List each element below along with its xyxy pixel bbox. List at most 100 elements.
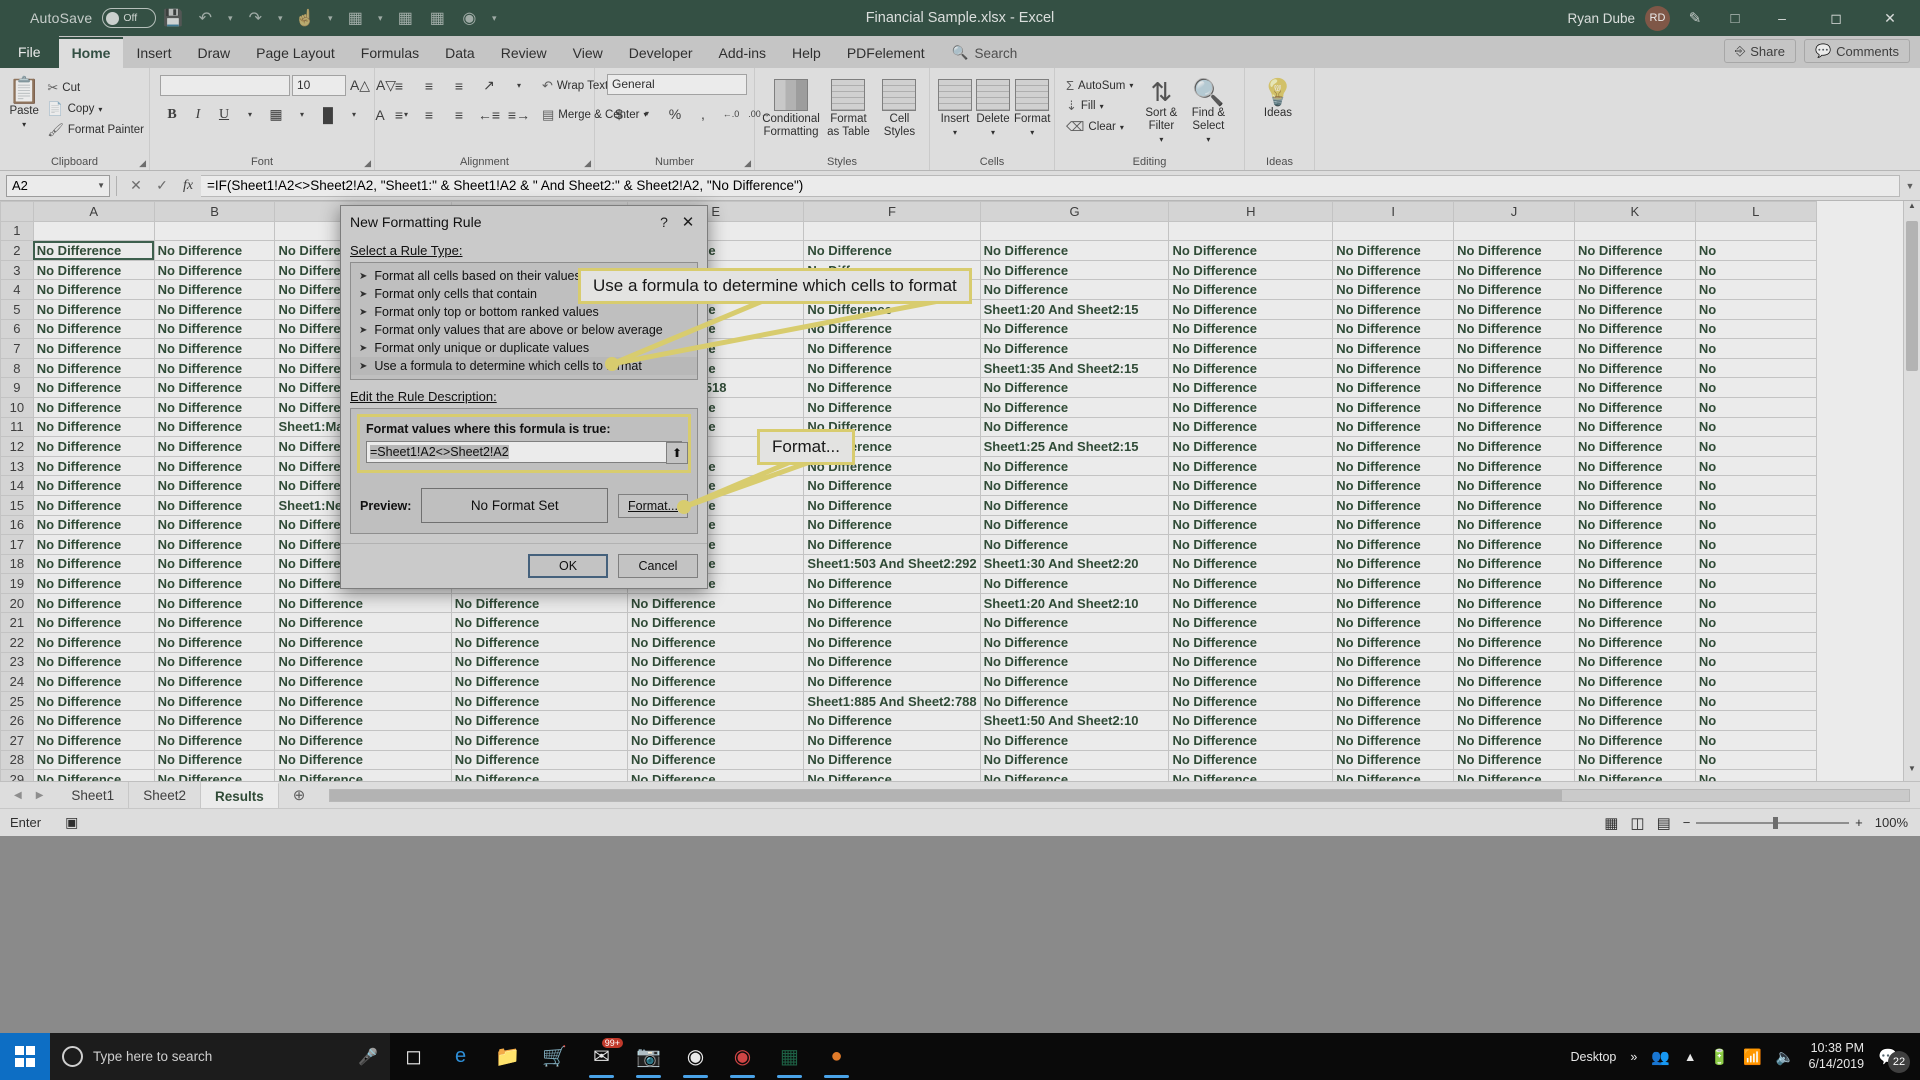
cell-E22[interactable]: No Difference xyxy=(627,632,805,653)
tab-file[interactable]: File xyxy=(0,36,59,68)
delete-dropdown-icon[interactable]: ▾ xyxy=(991,128,995,137)
sheet-tab-sheet2[interactable]: Sheet2 xyxy=(129,782,201,808)
cell-J21[interactable]: No Difference xyxy=(1453,612,1575,634)
row-header-4[interactable]: 4 xyxy=(0,279,34,300)
find-select-dropdown-icon[interactable]: ▾ xyxy=(1206,135,1210,144)
cell-K8[interactable]: No Difference xyxy=(1573,357,1696,379)
cell-B12[interactable]: No Difference xyxy=(153,436,276,457)
taskbar-search[interactable]: Type here to search 🎤 xyxy=(50,1033,390,1080)
cell-B6[interactable]: No Difference xyxy=(153,318,276,340)
cell-G23[interactable]: No Difference xyxy=(979,651,1170,673)
file-explorer-icon[interactable]: 📁 xyxy=(484,1033,531,1080)
cell-B24[interactable]: No Difference xyxy=(153,671,276,692)
cell-K5[interactable]: No Difference xyxy=(1573,298,1696,320)
cell-H1[interactable] xyxy=(1168,220,1334,242)
cell-K27[interactable]: No Difference xyxy=(1573,730,1696,751)
sort-dropdown-icon[interactable]: ▾ xyxy=(372,4,388,32)
cell-A8[interactable]: No Difference xyxy=(32,357,155,379)
cell-B21[interactable]: No Difference xyxy=(153,612,276,634)
cell-H28[interactable]: No Difference xyxy=(1168,749,1334,771)
insert-function-icon[interactable]: fx xyxy=(175,178,201,194)
clear-dropdown-icon[interactable]: ▾ xyxy=(1120,123,1124,132)
row-header-3[interactable]: 3 xyxy=(0,259,34,281)
cell-G12[interactable]: Sheet1:25 And Sheet2:15 xyxy=(979,436,1170,457)
add-sheet-button[interactable]: ⊕ xyxy=(279,782,320,808)
avatar[interactable]: RD xyxy=(1645,5,1670,31)
cell-F28[interactable]: No Difference xyxy=(803,749,981,771)
cell-J23[interactable]: No Difference xyxy=(1453,651,1575,673)
row-header-23[interactable]: 23 xyxy=(0,651,34,673)
range-picker-icon[interactable]: ⬆ xyxy=(666,442,688,464)
cell-G4[interactable]: No Difference xyxy=(979,279,1170,300)
cell-H26[interactable]: No Difference xyxy=(1168,710,1334,732)
name-box-chevron-icon[interactable]: ▼ xyxy=(97,181,105,190)
minimize-button[interactable]: – xyxy=(1760,0,1804,36)
close-icon[interactable]: ✕ xyxy=(675,213,701,231)
row-header-25[interactable]: 25 xyxy=(0,690,34,712)
orientation-dropdown-icon[interactable]: ▾ xyxy=(507,74,531,97)
cell-J3[interactable]: No Difference xyxy=(1453,259,1575,281)
share-button[interactable]: ⎆ Share xyxy=(1723,39,1796,63)
fill-dropdown-icon[interactable]: ▾ xyxy=(1100,102,1104,111)
row-header-26[interactable]: 26 xyxy=(0,710,34,732)
cell-D21[interactable]: No Difference xyxy=(450,612,629,634)
tab-review[interactable]: Review xyxy=(488,39,560,68)
row-header-18[interactable]: 18 xyxy=(0,553,34,575)
comma-icon[interactable]: , xyxy=(691,102,715,125)
cell-K28[interactable]: No Difference xyxy=(1573,749,1696,771)
cell-G7[interactable]: No Difference xyxy=(979,338,1170,359)
cell-H27[interactable]: No Difference xyxy=(1168,730,1334,751)
page-break-icon[interactable]: ▤ xyxy=(1657,814,1671,832)
cell-A23[interactable]: No Difference xyxy=(32,651,155,673)
cell-A20[interactable]: No Difference xyxy=(32,592,155,614)
cell-J27[interactable]: No Difference xyxy=(1453,730,1575,751)
macro-record-icon[interactable]: ▣ xyxy=(41,814,78,831)
cell-C28[interactable]: No Difference xyxy=(274,749,452,771)
cell-B19[interactable]: No Difference xyxy=(153,573,276,594)
cell-K24[interactable]: No Difference xyxy=(1573,671,1696,692)
cell-H29[interactable]: No Difference xyxy=(1168,769,1334,781)
cell-B13[interactable]: No Difference xyxy=(153,455,276,477)
cell-I14[interactable]: No Difference xyxy=(1332,475,1455,496)
rule-type-option-2[interactable]: ➤ Format only top or bottom ranked value… xyxy=(351,303,697,321)
number-dialog-launcher-icon[interactable]: ◢ xyxy=(744,158,751,169)
cell-C23[interactable]: No Difference xyxy=(274,651,452,673)
row-header-16[interactable]: 16 xyxy=(0,514,34,536)
cell-I24[interactable]: No Difference xyxy=(1332,671,1455,692)
cell-H8[interactable]: No Difference xyxy=(1168,357,1334,379)
cell-C27[interactable]: No Difference xyxy=(274,730,452,751)
cell-L10[interactable]: No xyxy=(1694,396,1817,418)
cell-I6[interactable]: No Difference xyxy=(1332,318,1455,340)
cell-B22[interactable]: No Difference xyxy=(153,632,276,653)
cell-I4[interactable]: No Difference xyxy=(1332,279,1455,300)
cell-A10[interactable]: No Difference xyxy=(32,396,155,418)
row-header-19[interactable]: 19 xyxy=(0,573,34,594)
cell-I22[interactable]: No Difference xyxy=(1332,632,1455,653)
tab-home[interactable]: Home xyxy=(58,37,124,68)
cell-F15[interactable]: No Difference xyxy=(803,494,981,516)
cell-H16[interactable]: No Difference xyxy=(1168,514,1334,536)
insert-cells-button[interactable]: Insert ▾ xyxy=(936,76,974,140)
zoom-in-icon[interactable]: + xyxy=(1855,815,1863,830)
cell-A6[interactable]: No Difference xyxy=(32,318,155,340)
row-header-20[interactable]: 20 xyxy=(0,592,34,614)
calculator-icon[interactable]: ▦ xyxy=(422,4,452,32)
bold-button[interactable]: B xyxy=(160,103,184,126)
tab-developer[interactable]: Developer xyxy=(616,39,706,68)
cell-F27[interactable]: No Difference xyxy=(803,730,981,751)
column-header-F[interactable]: F xyxy=(803,201,981,222)
clear-button[interactable]: ⌫ Clear ▾ xyxy=(1061,117,1138,137)
align-center-icon[interactable]: ≡ xyxy=(417,103,441,126)
task-view-icon[interactable]: ◻ xyxy=(390,1033,437,1080)
cell-I23[interactable]: No Difference xyxy=(1332,651,1455,673)
cell-A28[interactable]: No Difference xyxy=(32,749,155,771)
cell-L17[interactable]: No xyxy=(1694,534,1817,555)
cell-G28[interactable]: No Difference xyxy=(979,749,1170,771)
zoom-level[interactable]: 100% xyxy=(1875,815,1908,830)
cell-I12[interactable]: No Difference xyxy=(1332,436,1455,457)
tab-formulas[interactable]: Formulas xyxy=(348,39,432,68)
cell-G21[interactable]: No Difference xyxy=(979,612,1170,634)
redo-dropdown-icon[interactable]: ▾ xyxy=(272,4,288,32)
cell-C29[interactable]: No Difference xyxy=(274,769,452,781)
cell-A26[interactable]: No Difference xyxy=(32,710,155,732)
